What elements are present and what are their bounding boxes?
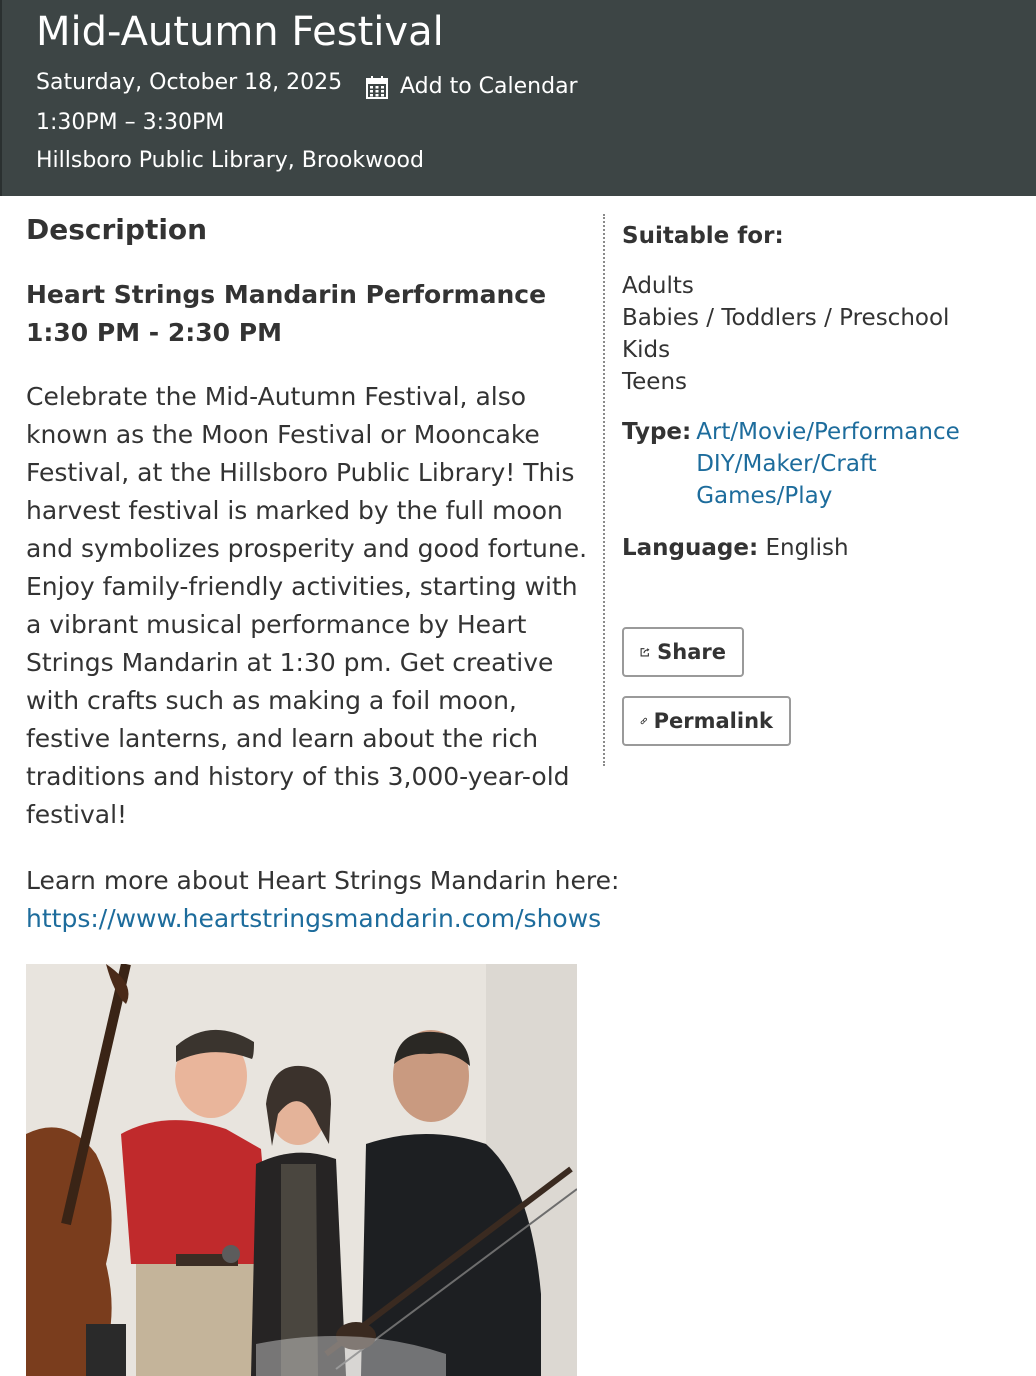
event-date: Saturday, October 18, 2025 <box>36 70 343 95</box>
audience-item: Babies / Toddlers / Preschool <box>622 305 950 331</box>
performance-heading: Heart Strings Mandarin Performance 1:30 … <box>26 276 596 352</box>
description-heading: Description <box>26 213 208 246</box>
add-to-calendar-label: Add to Calendar <box>400 74 578 99</box>
audience-item: Adults <box>622 273 694 299</box>
type-link[interactable]: DIY/Maker/Craft <box>696 448 960 480</box>
description-body: Celebrate the Mid-Autumn Festival, also … <box>26 382 588 829</box>
event-location: Hillsboro Public Library, Brookwood <box>36 148 424 173</box>
permalink-button[interactable]: Permalink <box>622 696 791 746</box>
language-label: Language: <box>622 535 759 561</box>
type-link[interactable]: Art/Movie/Performance <box>696 416 960 448</box>
event-header: Mid-Autumn Festival Saturday, October 18… <box>0 0 1036 196</box>
permalink-label: Permalink <box>653 709 773 733</box>
event-language: Language: English <box>622 532 849 564</box>
share-button[interactable]: Share <box>622 627 744 677</box>
audience-item: Teens <box>622 369 688 395</box>
type-link[interactable]: Games/Play <box>696 480 960 512</box>
calendar-icon <box>366 76 388 99</box>
event-title: Mid-Autumn Festival <box>36 9 444 55</box>
language-value: English <box>765 535 849 561</box>
link-icon <box>640 717 647 725</box>
type-links: Art/Movie/Performance DIY/Maker/Craft Ga… <box>696 416 960 512</box>
learn-more: Learn more about Heart Strings Mandarin … <box>26 862 726 938</box>
event-type: Type: Art/Movie/Performance DIY/Maker/Cr… <box>622 416 960 512</box>
performance-name: Heart Strings Mandarin Performance <box>26 280 547 309</box>
share-label: Share <box>657 640 726 664</box>
performers-photo <box>26 964 577 1376</box>
share-icon <box>640 648 650 657</box>
event-time: 1:30PM – 3:30PM <box>36 110 225 135</box>
add-to-calendar-link[interactable]: Add to Calendar <box>366 72 578 102</box>
audience-item: Kids <box>622 337 671 363</box>
learn-more-link[interactable]: https://www.heartstringsmandarin.com/sho… <box>26 904 601 933</box>
type-label: Type: <box>622 419 692 445</box>
learn-more-text: Learn more about Heart Strings Mandarin … <box>26 866 620 895</box>
column-divider <box>603 214 605 766</box>
suitable-for-heading: Suitable for: <box>622 223 784 249</box>
audience-list: Adults Babies / Toddlers / Preschool Kid… <box>622 270 949 398</box>
description-section: Description Heart Strings Mandarin Perfo… <box>26 210 619 933</box>
performance-time: 1:30 PM - 2:30 PM <box>26 318 282 347</box>
